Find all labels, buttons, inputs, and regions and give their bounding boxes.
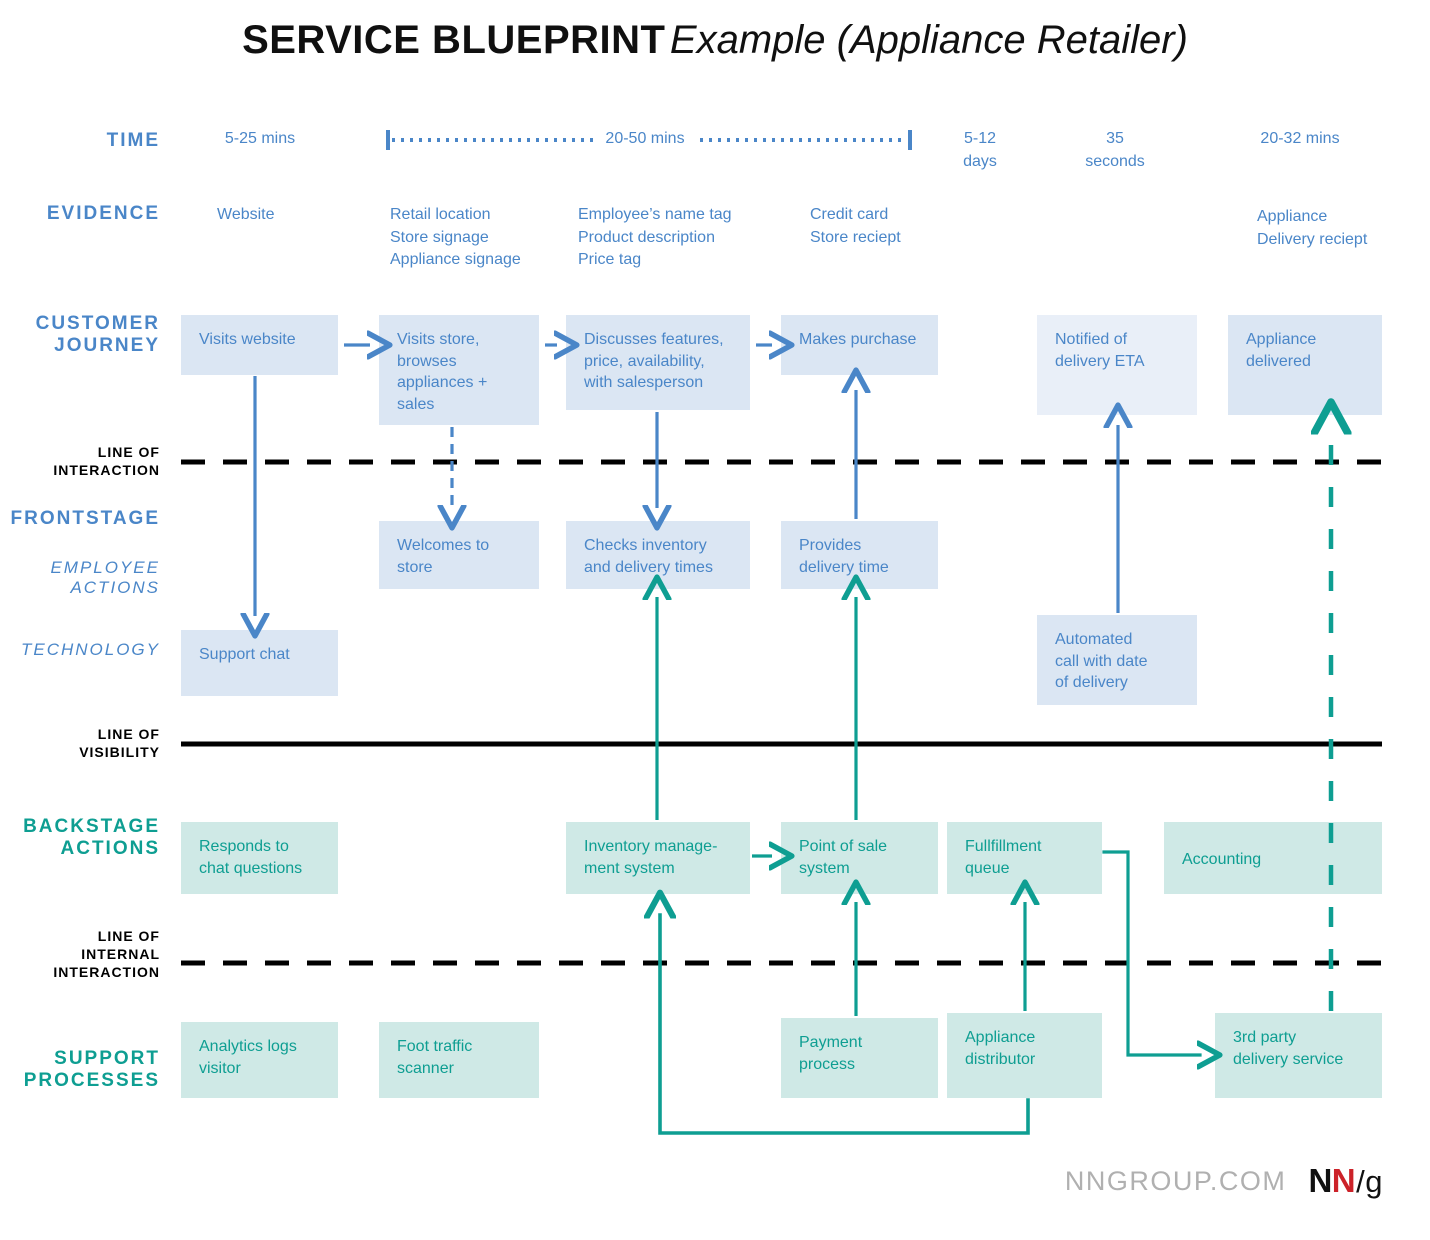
backstage-box-inventory-management[interactable]: Inventory manage- ment system	[566, 822, 750, 894]
customer-journey-box-visits-store[interactable]: Visits store, browses appliances + sales	[379, 315, 539, 425]
evidence-cell-5: Appliance Delivery reciept	[1257, 208, 1368, 248]
time-cell-4: 35 seconds	[1085, 130, 1145, 170]
support-box-foot-traffic-scanner[interactable]: Foot traffic scanner	[379, 1022, 539, 1098]
evidence-cell-1: Website	[217, 206, 275, 223]
nng-logo-slash: /	[1356, 1164, 1365, 1199]
nng-logo-g: g	[1365, 1164, 1382, 1199]
customer-journey-box-makes-purchase[interactable]: Makes purchase	[781, 315, 938, 375]
row-label-employee-actions: EMPLOYEE ACTIONS	[50, 558, 160, 598]
customer-journey-box-appliance-delivered[interactable]: Appliance delivered	[1228, 315, 1382, 415]
nng-logo-n2: N	[1331, 1162, 1356, 1199]
row-label-frontstage: FRONTSTAGE	[10, 508, 160, 529]
row-label-support-processes: SUPPORT PROCESSES	[23, 1048, 160, 1092]
backstage-box-fullfillment-queue[interactable]: Fullfillment queue	[947, 822, 1102, 894]
customer-journey-box-notified-delivery-eta[interactable]: Notified of delivery ETA	[1037, 315, 1197, 415]
row-label-line-of-internal-interaction: LINE OF INTERNAL INTERACTION	[53, 928, 160, 980]
support-box-analytics-logs-visitor[interactable]: Analytics logs visitor	[181, 1022, 338, 1098]
evidence-cell-4: Credit card Store reciept	[810, 206, 901, 246]
support-box-appliance-distributor[interactable]: Appliance distributor	[947, 1013, 1102, 1098]
row-label-line-of-visibility: LINE OF VISIBILITY	[79, 726, 160, 760]
title-italic: Example (Appliance Retailer)	[669, 18, 1188, 62]
nngroup-url: NNGROUP.COM	[1064, 1165, 1287, 1196]
row-label-line-of-interaction: LINE OF INTERACTION	[53, 444, 160, 478]
backstage-box-point-of-sale[interactable]: Point of sale system	[781, 822, 938, 894]
footer: NNGROUP.COM N N / g	[1064, 1162, 1383, 1200]
support-box-3rd-party-delivery[interactable]: 3rd party delivery service	[1215, 1013, 1382, 1098]
employee-action-box-checks-inventory[interactable]: Checks inventory and delivery times	[566, 521, 750, 589]
time-cell-1: 5-25 mins	[224, 130, 296, 147]
time-cell-2: 20-50 mins	[605, 130, 685, 147]
row-label-customer-journey: CUSTOMER JOURNEY	[35, 313, 160, 357]
technology-box-support-chat[interactable]: Support chat	[181, 630, 338, 696]
evidence-cell-3: Employee’s name tag Product description …	[578, 206, 732, 269]
support-box-payment-process[interactable]: Payment process	[781, 1018, 938, 1098]
time-cell-3: 5-12 days	[963, 130, 997, 170]
backstage-box-accounting[interactable]: Accounting	[1164, 822, 1382, 894]
row-label-time: TIME	[106, 130, 160, 151]
employee-action-box-welcomes-to-store[interactable]: Welcomes to store	[379, 521, 539, 589]
employee-action-box-provides-delivery-time[interactable]: Provides delivery time	[781, 521, 938, 589]
row-label-evidence: EVIDENCE	[46, 203, 160, 224]
nng-logo: N N / g	[1308, 1162, 1382, 1200]
row-label-technology: TECHNOLOGY	[20, 640, 160, 659]
page-title: SERVICE BLUEPRINT Example (Appliance Ret…	[0, 18, 1430, 63]
evidence-cell-2: Retail location Store signage Appliance …	[390, 206, 521, 269]
nng-logo-n1: N	[1308, 1162, 1332, 1199]
customer-journey-box-discusses-features[interactable]: Discusses features, price, availability,…	[566, 315, 750, 410]
backstage-box-responds-to-chat[interactable]: Responds to chat questions	[181, 822, 338, 894]
time-cell-5: 20-32 mins	[1260, 130, 1340, 147]
row-label-backstage-actions: BACKSTAGE ACTIONS	[23, 816, 160, 860]
customer-journey-box-visits-website[interactable]: Visits website	[181, 315, 338, 375]
service-blueprint-canvas: SERVICE BLUEPRINT Example (Appliance Ret…	[0, 0, 1430, 1240]
technology-box-automated-call[interactable]: Automated call with date of delivery	[1037, 615, 1197, 705]
title-bold: SERVICE BLUEPRINT	[242, 18, 666, 62]
